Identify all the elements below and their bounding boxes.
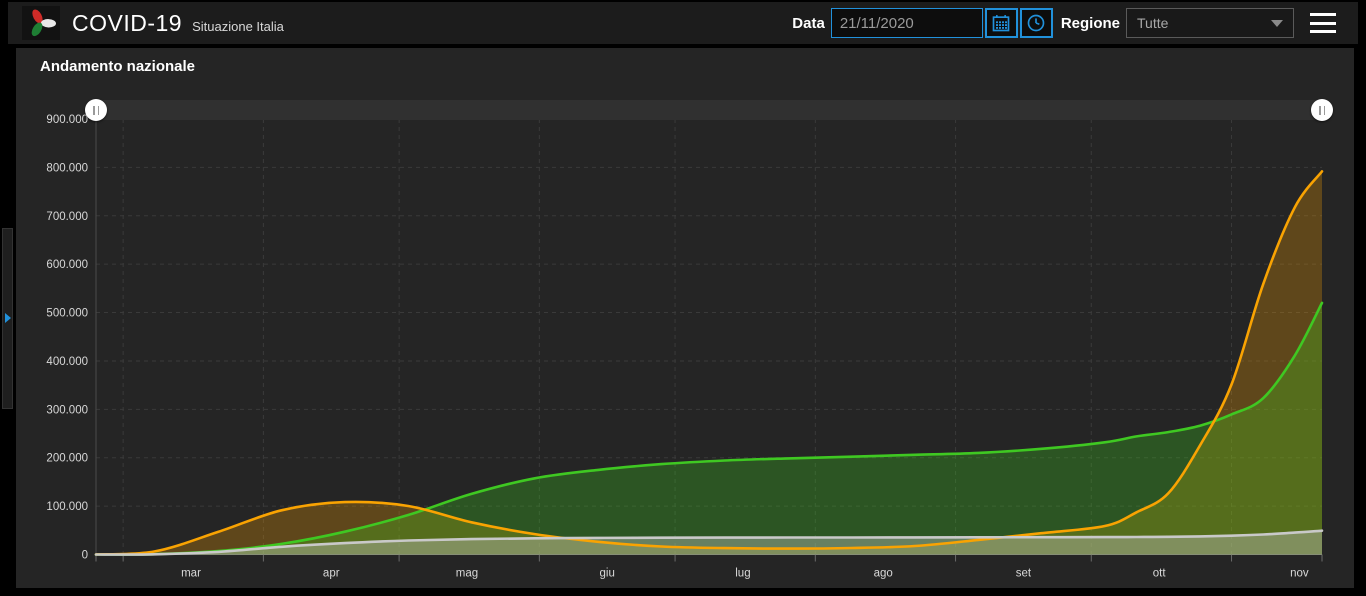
svg-text:apr: apr — [323, 568, 340, 580]
protezione-civile-logo — [22, 6, 60, 40]
svg-text:mar: mar — [181, 568, 201, 580]
expand-panel-tab[interactable] — [2, 228, 13, 409]
hamburger-menu-icon — [1310, 13, 1336, 16]
expand-panel-arrow-icon — [5, 313, 11, 323]
svg-text:0: 0 — [82, 550, 88, 562]
menu-button[interactable] — [1310, 11, 1340, 35]
svg-text:200.000: 200.000 — [46, 453, 88, 465]
svg-text:set: set — [1016, 568, 1032, 580]
time-range-slider[interactable] — [96, 100, 1322, 120]
svg-text:ott: ott — [1153, 568, 1167, 580]
national-trend-chart[interactable]: 0 100.000 200.000 300.000 400.000 500.000 600.… — [16, 48, 1354, 588]
svg-text:giu: giu — [600, 568, 615, 580]
svg-text:nov: nov — [1290, 568, 1309, 580]
app-subtitle: Situazione Italia — [192, 19, 284, 34]
svg-text:lug: lug — [735, 568, 750, 580]
app-header: COVID-19 Situazione Italia Data — [8, 2, 1358, 44]
date-input[interactable] — [831, 8, 983, 38]
svg-text:300.000: 300.000 — [46, 404, 88, 416]
svg-text:900.000: 900.000 — [46, 114, 88, 126]
svg-text:mag: mag — [456, 568, 478, 580]
region-label: Regione — [1061, 15, 1120, 32]
svg-text:600.000: 600.000 — [46, 259, 88, 271]
svg-text:400.000: 400.000 — [46, 356, 88, 368]
slider-grip-icon — [1319, 106, 1321, 115]
svg-text:100.000: 100.000 — [46, 501, 88, 513]
time-slider-handle-right[interactable] — [1311, 99, 1333, 121]
calendar-icon — [991, 13, 1011, 33]
svg-text:700.000: 700.000 — [46, 211, 88, 223]
date-label: Data — [792, 15, 825, 32]
svg-text:800.000: 800.000 — [46, 162, 88, 174]
time-slider-handle-left[interactable] — [85, 99, 107, 121]
clock-icon — [1026, 13, 1046, 33]
chevron-down-icon — [1271, 20, 1283, 27]
slider-grip-icon — [93, 106, 95, 115]
calendar-button[interactable] — [985, 8, 1018, 38]
app-title: COVID-19 — [72, 10, 182, 37]
time-button[interactable] — [1020, 8, 1053, 38]
header-controls: Data Regione Tutte — [784, 8, 1348, 38]
region-select[interactable]: Tutte — [1126, 8, 1294, 38]
logo-icon — [26, 8, 56, 38]
region-select-value: Tutte — [1137, 15, 1168, 31]
national-trend-panel: Andamento nazionale 0100.000200.000300.0… — [16, 48, 1354, 588]
svg-text:ago: ago — [874, 568, 893, 580]
svg-text:500.000: 500.000 — [46, 308, 88, 320]
